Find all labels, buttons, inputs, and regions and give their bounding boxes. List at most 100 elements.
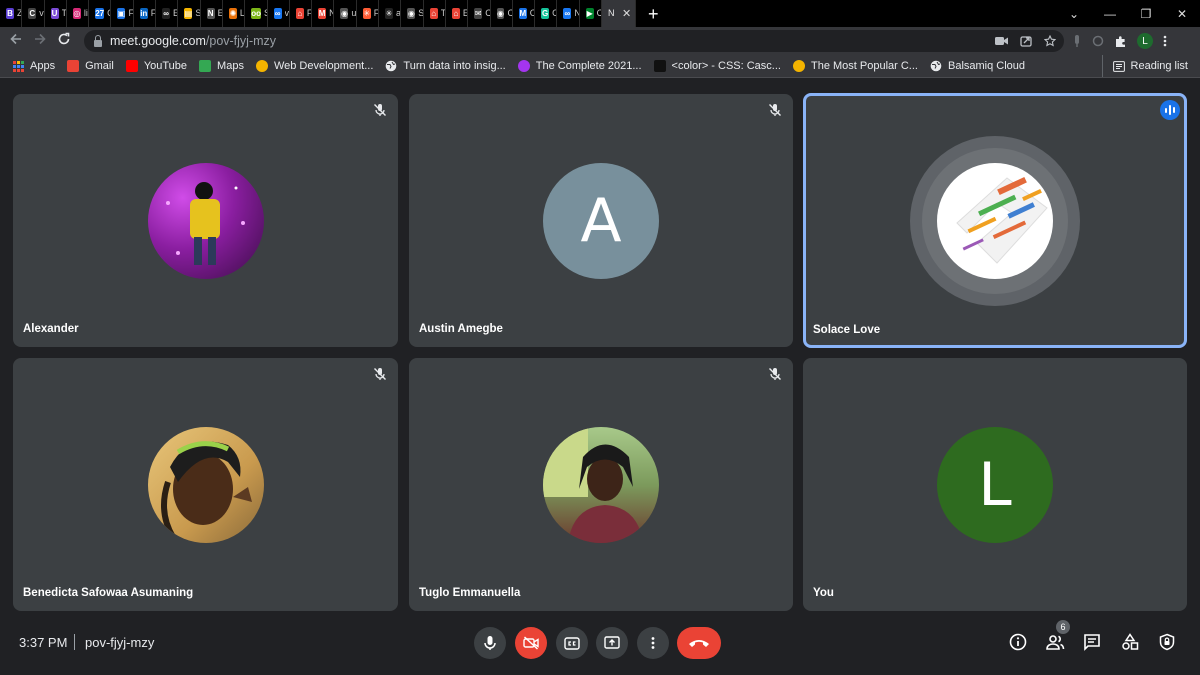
extension-pin-icon[interactable] <box>1072 34 1082 48</box>
mic-muted-icon <box>769 368 781 380</box>
browser-tab[interactable]: ⌂ F <box>290 0 313 27</box>
bookmark-item[interactable]: YouTube <box>125 60 187 72</box>
tab-close-icon[interactable]: ✕ <box>622 7 631 20</box>
browser-tab[interactable]: GC <box>535 0 558 27</box>
camera-off-button[interactable] <box>515 627 547 659</box>
participant-tile-tuglo-emmanuella[interactable]: Tuglo Emmanuella <box>409 358 793 611</box>
url-text: meet.google.com/pov-fjyj-mzy <box>110 34 276 48</box>
bookmark-label: Maps <box>217 60 244 72</box>
bookmark-star-icon[interactable] <box>1044 35 1056 47</box>
bookmarks-bar: Apps Gmail YouTube Maps Web Development... Tu… <box>0 55 1200 78</box>
browser-tab[interactable]: in F <box>134 0 157 27</box>
browser-tab[interactable]: ⌂ E <box>446 0 469 27</box>
tab-title: N <box>574 9 579 18</box>
browser-tab[interactable]: ∞ v <box>268 0 290 27</box>
participant-tile-alexander[interactable]: Alexander <box>13 94 398 347</box>
bookmark-item[interactable]: Web Development... <box>255 60 373 72</box>
browser-tab[interactable]: ✺ L <box>223 0 246 27</box>
participant-avatar-photo <box>147 162 264 279</box>
tab-favicon-icon: ▶ <box>585 8 594 19</box>
bookmark-item[interactable]: The Complete 2021... <box>517 60 642 72</box>
participant-tile-austin-amegbe[interactable]: A Austin Amegbe <box>409 94 793 347</box>
extensions-puzzle-icon[interactable] <box>1114 35 1127 48</box>
browser-tab[interactable]: ◎ li <box>67 0 90 27</box>
self-letter-avatar: L <box>937 426 1053 543</box>
participant-tile-solace-love[interactable]: Solace Love <box>803 93 1187 348</box>
activities-button[interactable] <box>1118 630 1142 654</box>
browser-tab[interactable]: NE <box>201 0 223 27</box>
info-icon <box>1009 633 1027 651</box>
forward-button[interactable] <box>28 32 52 50</box>
tab-favicon-icon: ⌂ <box>429 8 438 19</box>
browser-tab[interactable]: MC <box>513 0 536 27</box>
browser-tab[interactable]: ◉ C <box>491 0 513 27</box>
bookmark-item[interactable]: Gmail <box>67 60 114 72</box>
tab-favicon-icon: ⌂ <box>451 8 460 19</box>
lock-icon[interactable] <box>94 34 102 47</box>
tab-favicon-icon: ∞ <box>273 8 282 19</box>
browser-tab[interactable]: ▶ C <box>580 0 603 27</box>
tab-active-meet[interactable]: N ✕ <box>602 0 637 27</box>
browser-tab[interactable]: ooS <box>245 0 268 27</box>
browser-tab[interactable]: ∞ E <box>156 0 179 27</box>
browser-tab[interactable]: ▣ F <box>111 0 134 27</box>
host-controls-button[interactable] <box>1155 630 1179 654</box>
window-controls: ⌄ — ❐ ✕ <box>1056 0 1200 27</box>
bookmark-item[interactable]: Turn data into insig... <box>385 60 506 72</box>
chat-button[interactable] <box>1080 630 1104 654</box>
profile-avatar[interactable]: L <box>1137 33 1153 49</box>
browser-tab[interactable]: ⌂ T <box>424 0 446 27</box>
browser-tab[interactable]: ◉ S <box>401 0 424 27</box>
browser-tab[interactable]: Cv <box>22 0 45 27</box>
browser-tab[interactable]: ∞ N <box>557 0 580 27</box>
restore-button[interactable]: ❐ <box>1128 7 1164 21</box>
bookmark-item[interactable]: The Most Popular C... <box>792 60 918 72</box>
back-button[interactable] <box>4 32 28 50</box>
close-window-button[interactable]: ✕ <box>1164 7 1200 21</box>
participant-tile-you[interactable]: L You <box>803 358 1187 611</box>
participant-name: Solace Love <box>813 324 881 336</box>
bookmark-item[interactable]: Balsamiq Cloud <box>930 60 1025 72</box>
browser-menu-icon[interactable] <box>1163 34 1167 48</box>
reading-list-icon <box>1112 60 1125 72</box>
browser-tab[interactable]: 27 C <box>89 0 112 27</box>
tab-title: S <box>264 9 267 18</box>
leave-call-button[interactable] <box>677 627 721 659</box>
share-icon[interactable] <box>1020 35 1032 47</box>
bookmark-item[interactable]: Maps <box>199 60 244 72</box>
microphone-button[interactable] <box>474 627 506 659</box>
tab-favicon-icon: oo <box>251 8 262 19</box>
address-bar[interactable]: meet.google.com/pov-fjyj-mzy <box>84 30 1064 52</box>
closed-captions-icon <box>564 636 580 650</box>
browser-tab[interactable]: ◉ u <box>334 0 357 27</box>
tab-title: C <box>596 9 602 18</box>
tab-favicon-icon: ◉ <box>407 8 416 19</box>
present-screen-button[interactable] <box>596 627 628 659</box>
captions-button[interactable] <box>556 627 588 659</box>
tab-title: li <box>83 9 88 18</box>
reload-button[interactable] <box>52 32 76 50</box>
tab-favicon-icon: ∞ <box>563 8 572 19</box>
youtube-icon <box>125 60 138 72</box>
bookmark-item[interactable]: Apps <box>12 60 55 72</box>
browser-tab[interactable]: MN <box>312 0 335 27</box>
browser-tab[interactable]: ✳ a <box>379 0 402 27</box>
browser-tab[interactable]: ▤ S <box>178 0 201 27</box>
bookmark-label: <color> - CSS: Casc... <box>671 60 781 72</box>
reading-list-button[interactable]: Reading list <box>1101 55 1188 77</box>
tab-favicon-icon: B <box>6 8 14 19</box>
camera-in-use-icon[interactable] <box>995 36 1008 46</box>
new-tab-button[interactable]: + <box>648 5 659 23</box>
tab-search-chevron-icon[interactable]: ⌄ <box>1056 7 1092 21</box>
extension-circle-icon[interactable] <box>1092 35 1104 47</box>
minimize-button[interactable]: — <box>1092 7 1128 21</box>
browser-tab[interactable]: ✳ F <box>357 0 380 27</box>
participant-tile-benedicta[interactable]: Benedicta Safowaa Asumaning <box>13 358 398 611</box>
more-options-button[interactable] <box>637 627 669 659</box>
tab-title: N <box>608 9 615 18</box>
meeting-details-button[interactable] <box>1006 630 1030 654</box>
browser-tab[interactable]: ✉ C <box>468 0 491 27</box>
bookmark-item[interactable]: <color> - CSS: Casc... <box>653 60 781 72</box>
browser-tab[interactable]: BZ <box>0 0 23 27</box>
browser-tab[interactable]: UT <box>45 0 67 27</box>
